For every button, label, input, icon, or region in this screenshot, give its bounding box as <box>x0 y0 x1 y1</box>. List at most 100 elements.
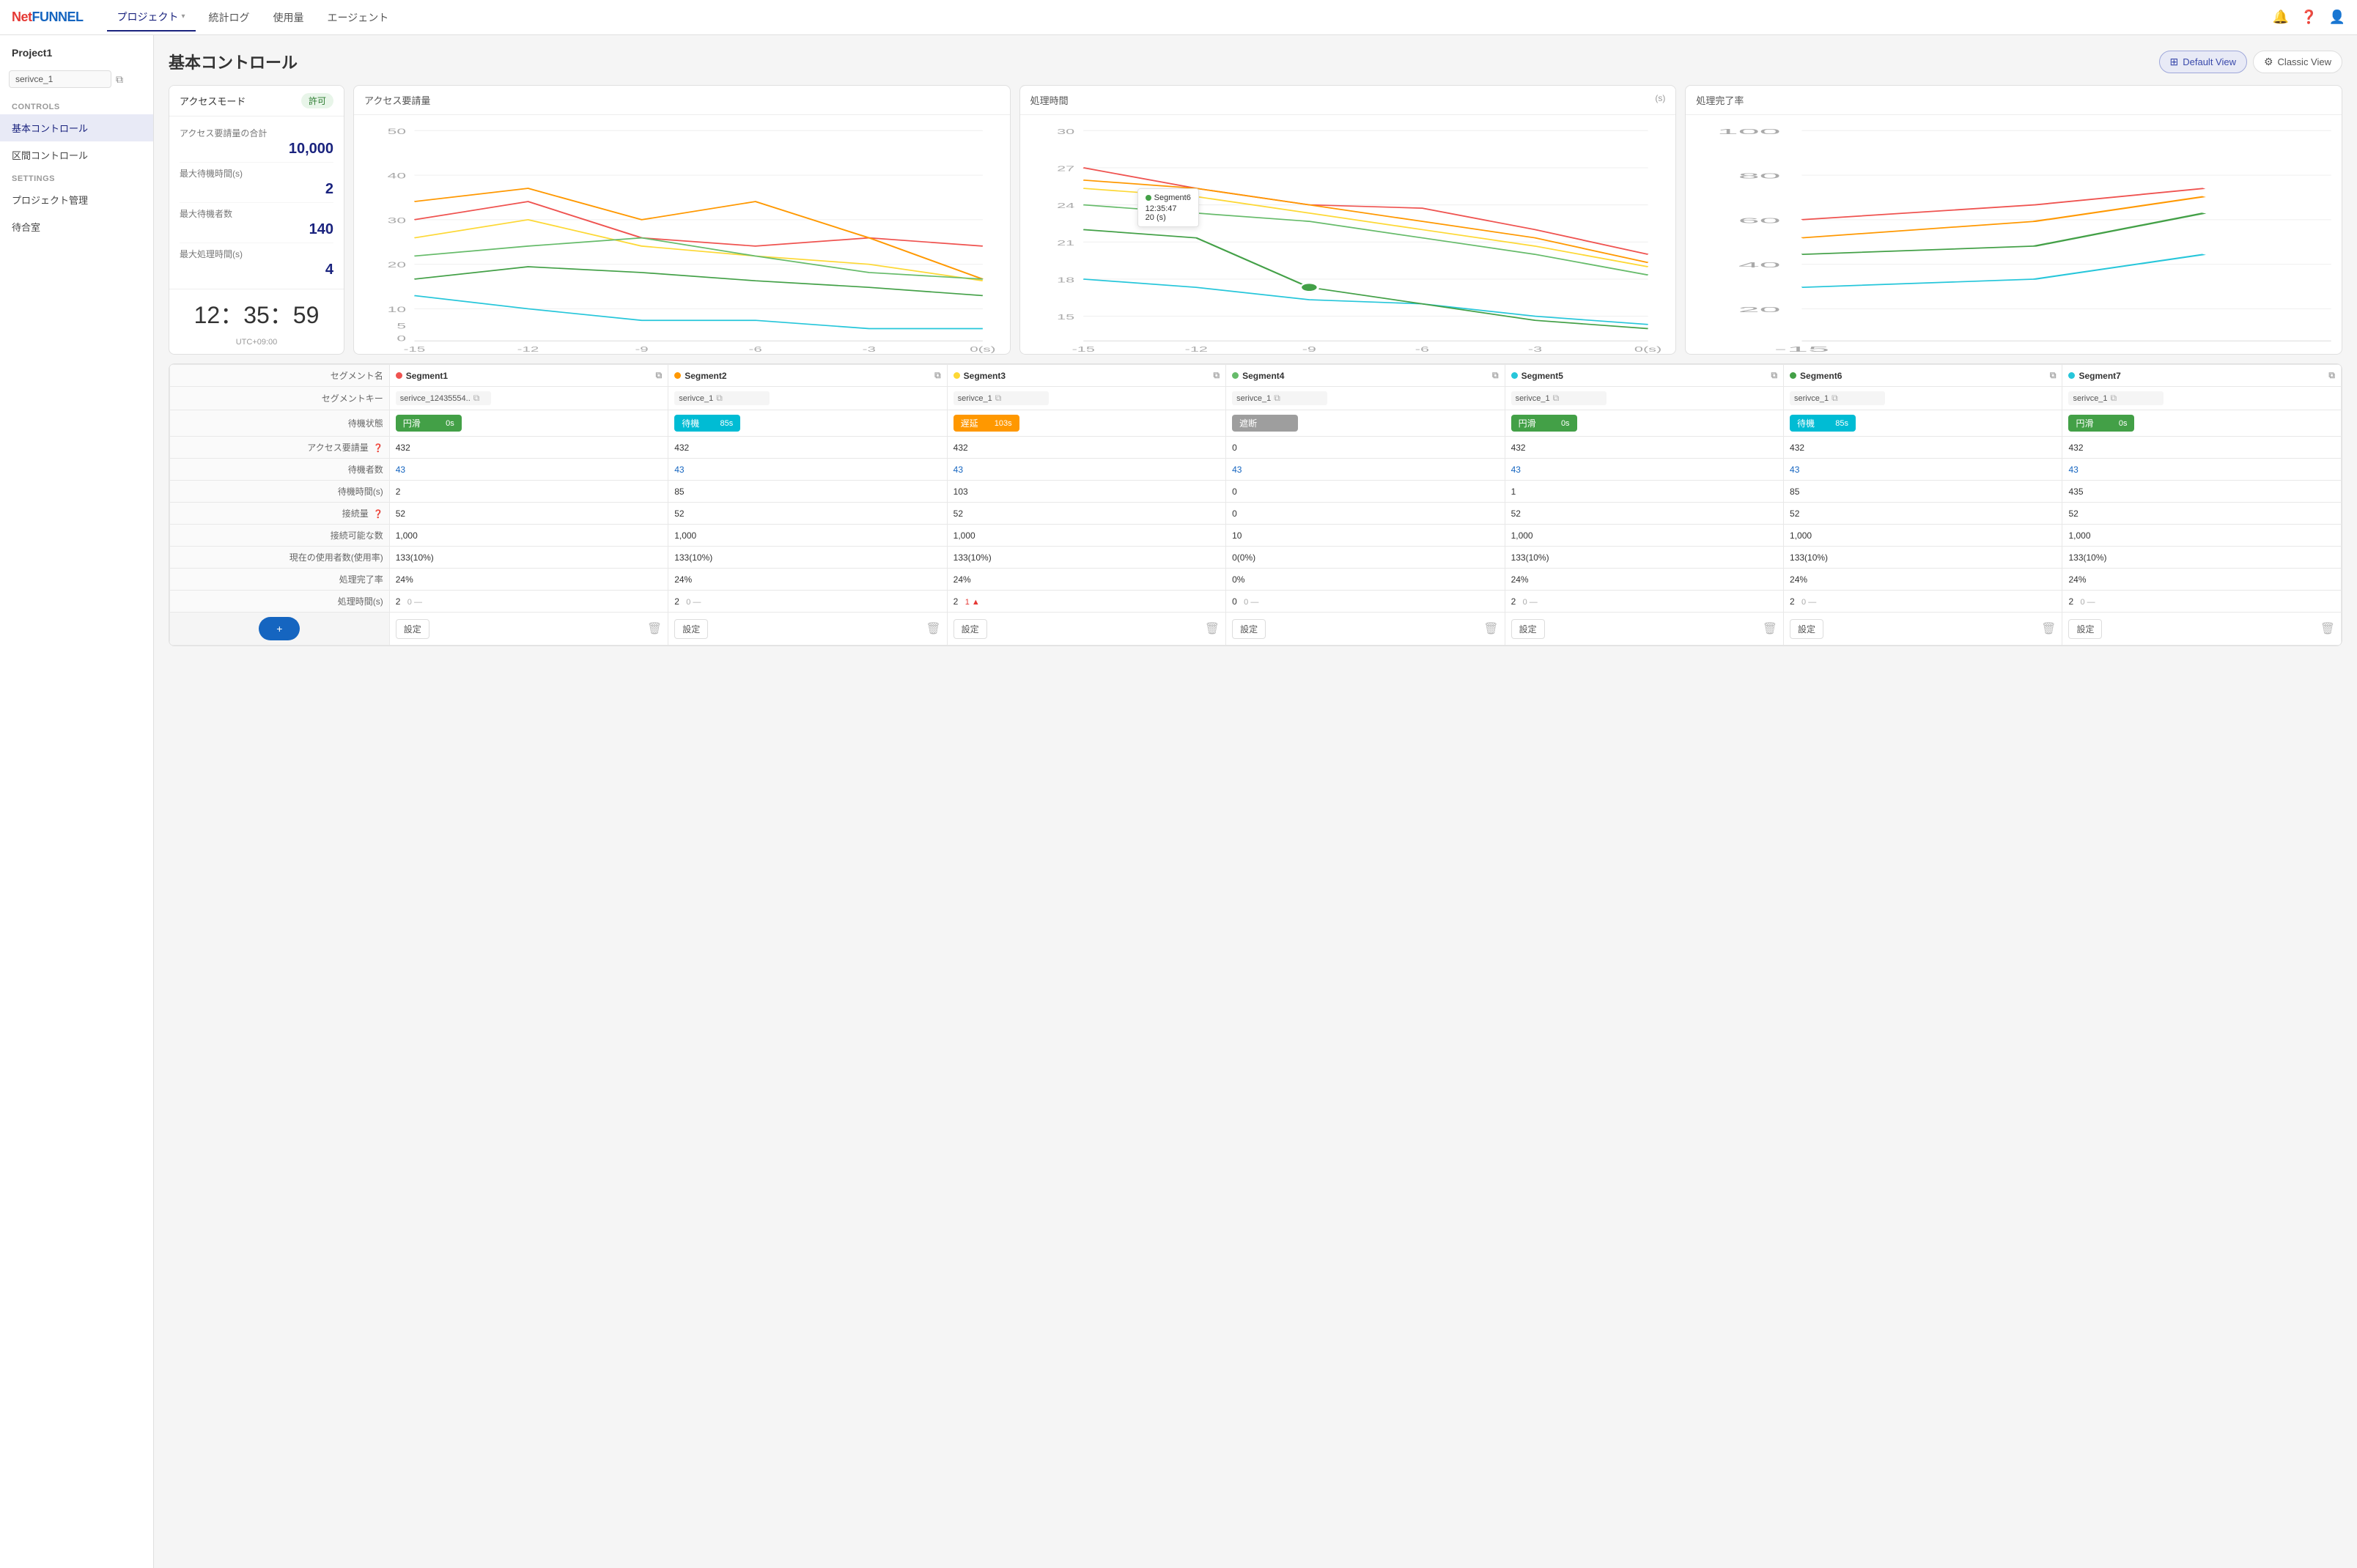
seg5-copy-icon[interactable]: ⧉ <box>1771 370 1777 381</box>
add-segment-button[interactable]: + <box>259 617 300 640</box>
svg-text:-12: -12 <box>1184 345 1207 353</box>
seg3-key: serivce_1 ⧉ <box>947 387 1225 410</box>
processing-time-row: 処理時間(s) 2 0 — 2 0 — 2 1 ▲ <box>170 591 2342 613</box>
svg-text:30: 30 <box>1057 127 1074 136</box>
seg7-ptime: 2 0 — <box>2062 591 2342 613</box>
nav-item-project[interactable]: プロジェクト ▾ <box>107 4 196 32</box>
seg4-conn: 0 <box>1226 503 1505 525</box>
waiting-count-row: 待機者数 43 43 43 43 43 43 43 <box>170 459 2342 481</box>
svg-text:-15: -15 <box>404 345 426 353</box>
seg6-mconn: 1,000 <box>1784 525 2062 547</box>
nav-item-agent[interactable]: エージェント <box>317 4 399 32</box>
seg3-access: 432 <box>947 437 1225 459</box>
seg6-copy-icon[interactable]: ⧉ <box>2050 370 2057 381</box>
page-title: 基本コントロール <box>169 50 298 73</box>
access-chart-card: アクセス要請量 50 40 30 20 <box>353 85 1011 355</box>
processing-chart-header: 処理時間 (s) <box>1020 86 1676 115</box>
seg3-key-copy[interactable]: ⧉ <box>995 393 1002 404</box>
seg7-key-copy[interactable]: ⧉ <box>2111 393 2117 404</box>
seg7-status: 円滑 0s <box>2062 410 2342 437</box>
seg4-settings-button[interactable]: 設定 <box>1232 619 1266 639</box>
seg7-delete-button[interactable]: 🗑 <box>2320 621 2335 636</box>
seg2-settings-button[interactable]: 設定 <box>674 619 708 639</box>
seg4-users: 0(0%) <box>1226 547 1505 569</box>
seg6-settings-button[interactable]: 設定 <box>1790 619 1823 639</box>
page-header: 基本コントロール ⊞ Default View ⚙ Classic View <box>169 50 2342 73</box>
seg3-copy-icon[interactable]: ⧉ <box>1214 370 1220 381</box>
nav-item-stats[interactable]: 統計ログ <box>199 4 260 32</box>
seg1-key-copy[interactable]: ⧉ <box>473 393 480 404</box>
classic-view-button[interactable]: ⚙ Classic View <box>2253 51 2342 73</box>
seg3-wcount: 43 <box>947 459 1225 481</box>
grid-icon: ⊞ <box>2170 56 2179 68</box>
seg6-key-copy[interactable]: ⧉ <box>1832 393 1838 404</box>
seg1-conn: 52 <box>389 503 668 525</box>
seg7-header: Segment7 ⧉ <box>2062 365 2342 387</box>
svg-text:100: 100 <box>1717 127 1781 136</box>
seg4-copy-icon[interactable]: ⧉ <box>1492 370 1499 381</box>
svg-text:-6: -6 <box>1414 345 1428 353</box>
seg2-ptime: 2 0 — <box>668 591 947 613</box>
seg3-mconn: 1,000 <box>947 525 1225 547</box>
svg-text:40: 40 <box>388 171 406 181</box>
seg2-users: 133(10%) <box>668 547 947 569</box>
seg4-key-copy[interactable]: ⧉ <box>1274 393 1280 404</box>
sidebar-item-range-control[interactable]: 区間コントロール <box>0 141 153 169</box>
default-view-button[interactable]: ⊞ Default View <box>2159 51 2247 73</box>
completion-chart-header: 処理完了率 <box>1686 86 2342 115</box>
seg5-mconn: 1,000 <box>1505 525 1783 547</box>
seg2-status-badge: 待機 85s <box>674 415 740 432</box>
seg2-key-copy[interactable]: ⧉ <box>716 393 723 404</box>
seg5-crate: 24% <box>1505 569 1783 591</box>
seg4-status: 遮断 <box>1226 410 1505 437</box>
seg3-delete-button[interactable]: 🗑 <box>1205 621 1220 636</box>
seg2-header: Segment2 ⧉ <box>668 365 947 387</box>
control-time: 12：35：59 <box>169 289 344 338</box>
svg-text:-3: -3 <box>863 345 876 353</box>
nav-menu: プロジェクト ▾ 統計ログ 使用量 エージェント <box>107 4 2255 32</box>
svg-text:80: 80 <box>1738 171 1781 180</box>
access-mode-label: アクセスモード <box>180 94 246 108</box>
seg2-copy-icon[interactable]: ⧉ <box>934 370 941 381</box>
seg4-mconn: 10 <box>1226 525 1505 547</box>
seg7-copy-icon[interactable]: ⧉ <box>2328 370 2335 381</box>
seg1-settings-button[interactable]: 設定 <box>396 619 429 639</box>
seg6-status-badge: 待機 85s <box>1790 415 1856 432</box>
access-chart-area: 50 40 30 20 10 5 0 -15 -12 -9 -6 <box>354 115 1010 350</box>
access-label: アクセス要請量 ❓ <box>170 437 390 459</box>
seg5-settings-button[interactable]: 設定 <box>1511 619 1545 639</box>
help-icon[interactable]: ❓ <box>2301 10 2317 25</box>
sidebar-item-project-mgmt[interactable]: プロジェクト管理 <box>0 186 153 213</box>
seg2-wcount: 43 <box>668 459 947 481</box>
seg1-copy-icon[interactable]: ⧉ <box>656 370 663 381</box>
segment-key-row: セグメントキー serivce_12435554.. ⧉ serivce_1 ⧉ <box>170 387 2342 410</box>
bell-icon[interactable]: 🔔 <box>2273 10 2289 25</box>
account-icon[interactable]: 👤 <box>2329 10 2345 25</box>
seg3-settings-button[interactable]: 設定 <box>954 619 987 639</box>
waiting-status-label: 待機状態 <box>170 410 390 437</box>
seg5-key-copy[interactable]: ⧉ <box>1553 393 1560 404</box>
access-help-icon[interactable]: ❓ <box>373 444 383 453</box>
sidebar-item-waiting-room[interactable]: 待合室 <box>0 213 153 240</box>
control-row-maxwait-count: 最大待機者数 140 <box>180 203 333 243</box>
seg4-delete-button[interactable]: 🗑 <box>1483 621 1498 636</box>
svg-text:24: 24 <box>1057 201 1074 210</box>
sidebar-item-basic-control[interactable]: 基本コントロール <box>0 114 153 141</box>
seg1-status-badge: 円滑 0s <box>396 415 462 432</box>
seg7-settings-button[interactable]: 設定 <box>2068 619 2102 639</box>
copy-icon[interactable]: ⧉ <box>116 73 123 86</box>
seg2-access: 432 <box>668 437 947 459</box>
service-input[interactable] <box>9 70 111 88</box>
seg6-status: 待機 85s <box>1784 410 2062 437</box>
seg3-wtime: 103 <box>947 481 1225 503</box>
seg5-header: Segment5 ⧉ <box>1505 365 1783 387</box>
seg6-actions: 設定 🗑 <box>1784 613 2062 646</box>
nav-item-usage[interactable]: 使用量 <box>263 4 314 32</box>
connection-help-icon[interactable]: ❓ <box>373 510 383 519</box>
seg1-delete-button[interactable]: 🗑 <box>647 621 662 636</box>
seg3-actions: 設定 🗑 <box>947 613 1225 646</box>
seg6-delete-button[interactable]: 🗑 <box>2041 621 2056 636</box>
seg5-delete-button[interactable]: 🗑 <box>1763 621 1777 636</box>
completion-chart-card: 処理完了率 100 80 60 40 20 <box>1685 85 2342 355</box>
seg2-delete-button[interactable]: 🗑 <box>926 621 940 636</box>
